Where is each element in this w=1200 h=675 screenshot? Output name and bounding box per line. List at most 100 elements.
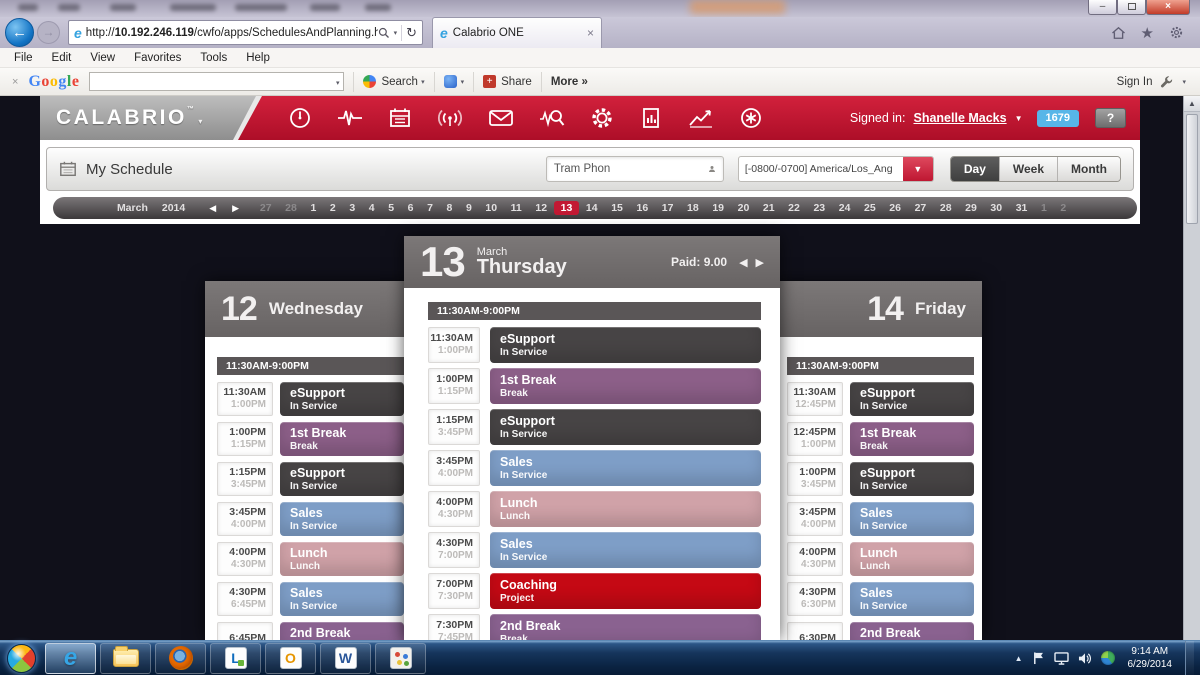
date-1[interactable]: 1 — [304, 201, 323, 215]
date-26[interactable]: 26 — [883, 201, 908, 215]
refresh-icon[interactable]: ↻ — [406, 25, 417, 41]
schedule-row-sales[interactable]: 3:45PM 4:00PM Sales In Service — [428, 450, 761, 486]
share-button[interactable]: + Share — [483, 75, 532, 88]
activity-block[interactable]: Sales In Service — [850, 582, 974, 616]
view-week-button[interactable]: Week — [998, 157, 1058, 181]
date-5[interactable]: 5 — [381, 201, 400, 215]
activity-block[interactable]: Sales In Service — [280, 582, 404, 616]
activity-block[interactable]: Coaching Project — [490, 573, 761, 609]
activity-block[interactable]: Sales In Service — [280, 502, 404, 536]
date-1[interactable]: 1 — [1034, 201, 1053, 215]
date-22[interactable]: 22 — [781, 201, 806, 215]
back-button[interactable]: ← — [5, 18, 34, 47]
date-20[interactable]: 20 — [731, 201, 756, 215]
day-card-thursday[interactable]: 13 March Thursday Paid: 9.00 ◀ ▶ 11:30AM… — [404, 236, 780, 640]
date-25[interactable]: 25 — [857, 201, 882, 215]
schedule-row-esupport[interactable]: 11:30AM 12:45PM eSupport In Service — [787, 382, 974, 416]
tray-expand-icon[interactable]: ▲ — [1015, 654, 1023, 663]
activity-block[interactable]: eSupport In Service — [280, 382, 404, 416]
schedule-row-lunch[interactable]: 4:00PM 4:30PM Lunch Lunch — [787, 542, 974, 576]
chevron-down-icon[interactable]: ▾ — [336, 79, 340, 87]
window-maximize-button[interactable] — [1117, 0, 1146, 15]
schedule-row-lunch[interactable]: 4:00PM 4:30PM Lunch Lunch — [217, 542, 404, 576]
network-icon[interactable] — [1100, 651, 1115, 665]
schedule-row-esupport[interactable]: 1:15PM 3:45PM eSupport In Service — [428, 409, 761, 445]
activity-block[interactable]: eSupport In Service — [850, 462, 974, 496]
date-8[interactable]: 8 — [440, 201, 459, 215]
schedule-row-sales[interactable]: 4:30PM 6:45PM Sales In Service — [217, 582, 404, 616]
taskbar-internet-explorer[interactable]: e — [45, 642, 96, 674]
schedule-row-1st-break[interactable]: 1:00PM 1:15PM 1st Break Break — [428, 368, 761, 404]
menu-edit[interactable]: Edit — [52, 52, 72, 64]
help-button[interactable]: ? — [1095, 108, 1126, 128]
window-minimize-button[interactable]: – — [1088, 0, 1117, 15]
date-29[interactable]: 29 — [958, 201, 983, 215]
activity-block[interactable]: Sales In Service — [490, 532, 761, 568]
tab-close-icon[interactable]: × — [587, 26, 594, 40]
date-2[interactable]: 2 — [1054, 201, 1073, 215]
date-10[interactable]: 10 — [479, 201, 504, 215]
google-search-button[interactable]: Search ▾ — [363, 75, 425, 88]
scroll-up-icon[interactable]: ▲ — [1184, 96, 1200, 112]
taskbar-firefox[interactable] — [155, 642, 206, 674]
date-12[interactable]: 12 — [529, 201, 554, 215]
activity-block[interactable]: eSupport In Service — [280, 462, 404, 496]
date-6[interactable]: 6 — [401, 201, 420, 215]
activity-block[interactable]: eSupport In Service — [490, 409, 761, 445]
envelope-icon[interactable] — [488, 106, 514, 130]
date-3[interactable]: 3 — [343, 201, 362, 215]
chevron-down-icon[interactable]: ▾ — [1182, 78, 1186, 86]
date-30[interactable]: 30 — [984, 201, 1009, 215]
date-17[interactable]: 17 — [655, 201, 680, 215]
next-month-icon[interactable]: ▶ — [232, 203, 239, 214]
report-icon[interactable] — [639, 106, 663, 130]
activity-block[interactable]: eSupport In Service — [850, 382, 974, 416]
start-button[interactable] — [7, 643, 36, 673]
schedule-row-1st-break[interactable]: 12:45PM 1:00PM 1st Break Break — [787, 422, 974, 456]
view-day-button[interactable]: Day — [950, 157, 999, 181]
taskbar-clock[interactable]: 9:14 AM 6/29/2014 — [1124, 645, 1177, 671]
google-plus-button[interactable]: ▾ — [443, 75, 465, 88]
schedule-row-sales[interactable]: 3:45PM 4:00PM Sales In Service — [217, 502, 404, 536]
date-21[interactable]: 21 — [756, 201, 781, 215]
activity-block[interactable]: 1st Break Break — [280, 422, 404, 456]
date-4[interactable]: 4 — [362, 201, 381, 215]
activity-block[interactable]: Lunch Lunch — [490, 491, 761, 527]
agent-search-input[interactable] — [553, 163, 708, 175]
taskbar-lync[interactable]: L — [210, 642, 261, 674]
schedule-row-sales[interactable]: 4:30PM 7:00PM Sales In Service — [428, 532, 761, 568]
date-16[interactable]: 16 — [630, 201, 655, 215]
schedule-row-2nd-break[interactable]: 6:30PM 2nd BreakBreak — [787, 622, 974, 640]
agent-search-box[interactable] — [545, 156, 724, 182]
window-close-button[interactable]: × — [1146, 0, 1190, 15]
activity-block[interactable]: Lunch Lunch — [280, 542, 404, 576]
waveform-icon[interactable] — [337, 106, 363, 130]
favorites-star-icon[interactable]: ★ — [1141, 24, 1154, 42]
activity-block[interactable]: 2nd BreakBreak — [490, 614, 761, 640]
date-27[interactable]: 27 — [253, 201, 278, 215]
display-icon[interactable] — [1053, 651, 1069, 665]
date-9[interactable]: 9 — [459, 201, 478, 215]
date-23[interactable]: 23 — [807, 201, 832, 215]
menu-view[interactable]: View — [90, 52, 115, 64]
day-card-wednesday[interactable]: 12 Wednesday 11:30AM-9:00PM 11:30AM 1:00P… — [205, 281, 412, 640]
date-31[interactable]: 31 — [1009, 201, 1034, 215]
timezone-dropdown-button[interactable]: ▼ — [902, 157, 933, 181]
chevron-down-icon[interactable]: ▾ — [461, 78, 465, 86]
forward-button[interactable]: → — [37, 21, 60, 44]
scrollbar-thumb[interactable] — [1186, 114, 1198, 224]
date-13[interactable]: 13 — [553, 201, 580, 215]
schedule-row-2nd-break[interactable]: 6:45PM 2nd BreakBreak — [217, 622, 404, 640]
date-28[interactable]: 28 — [278, 201, 303, 215]
menu-tools[interactable]: Tools — [200, 52, 227, 64]
schedule-row-sales[interactable]: 3:45PM 4:00PM Sales In Service — [787, 502, 974, 536]
date-19[interactable]: 19 — [706, 201, 731, 215]
address-bar[interactable]: e http://10.192.246.119/cwfo/apps/Schedu… — [68, 20, 423, 45]
activity-block[interactable]: 2nd BreakBreak — [280, 622, 404, 640]
menu-file[interactable]: File — [14, 52, 33, 64]
speaker-icon[interactable] — [1078, 652, 1092, 665]
google-search-input[interactable]: ▾ — [89, 72, 345, 91]
taskbar-windows-explorer[interactable] — [100, 642, 151, 674]
wrench-icon[interactable] — [1160, 75, 1174, 89]
user-menu[interactable]: Shanelle Macks — [913, 111, 1006, 125]
